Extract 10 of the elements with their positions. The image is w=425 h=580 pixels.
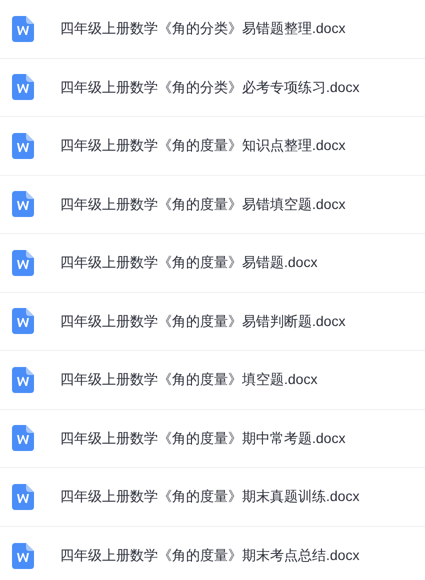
document-icon (12, 542, 34, 569)
document-icon (12, 74, 34, 100)
document-icon (12, 308, 34, 334)
document-icon (12, 425, 34, 452)
document-icon (12, 191, 34, 218)
document-icon (12, 484, 34, 510)
document-icon (12, 366, 34, 393)
document-icon (12, 16, 34, 42)
document-icon (12, 250, 34, 276)
document-icon (12, 132, 34, 159)
